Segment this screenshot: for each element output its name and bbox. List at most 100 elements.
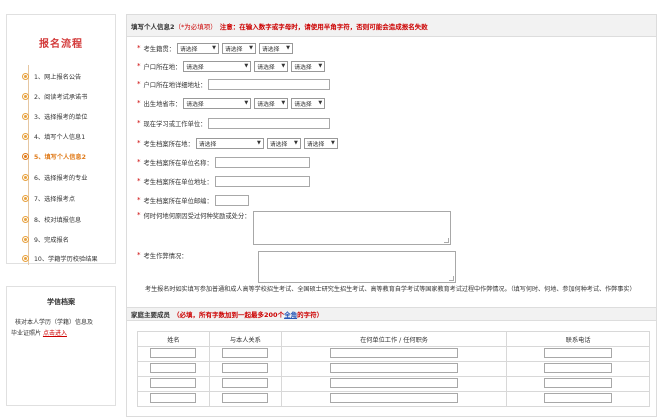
row-cheating: * 考生作弊情况：	[137, 251, 456, 285]
birthplace-county-select[interactable]: 请选择 ▼	[291, 97, 326, 109]
column-header: 姓名	[137, 331, 210, 347]
birthplace-province-select[interactable]: 请选择 ▼	[183, 97, 252, 109]
hukou-province-select[interactable]: 请选择 ▼	[176, 42, 219, 54]
table-row	[137, 376, 650, 392]
field-label: 考生档案所在单位地址：	[143, 178, 213, 186]
archive-link[interactable]: 点击进入	[43, 330, 67, 337]
step-dot-icon	[23, 195, 28, 201]
step-dot-icon	[23, 153, 28, 159]
archive-text-line: 核对本人学历（学籍）信息及	[15, 319, 94, 326]
chevron-down-icon: ▼	[286, 45, 290, 51]
residence-county-select[interactable]: 请选择 ▼	[291, 60, 326, 72]
member-phone-input[interactable]	[544, 378, 613, 388]
archive-unit-address-input[interactable]	[214, 175, 310, 187]
step-item[interactable]: 2、阅读考试承诺书	[23, 90, 87, 102]
hukou-county-select[interactable]: 请选择 ▼	[258, 42, 293, 54]
punishment-textarea[interactable]	[252, 211, 451, 245]
step-dot-icon	[23, 174, 28, 180]
column-header: 在何单位工作 / 任何职务	[280, 331, 508, 347]
member-workplace-input[interactable]	[330, 363, 459, 373]
field-label: 现在学习或工作单位：	[143, 120, 207, 128]
step-item[interactable]: 9、完成报名	[23, 233, 69, 245]
birthplace-city-select[interactable]: 请选择 ▼	[254, 97, 289, 109]
chevron-down-icon: ▼	[212, 45, 216, 51]
row-archive-location: * 考生档案所在地： 请选择 ▼ 请选择 ▼ 请选择 ▼	[137, 136, 341, 150]
row-archive-unit-postcode: * 考生档案所在单位邮编：	[137, 193, 249, 207]
step-label: 9、完成报名	[34, 236, 69, 244]
step-item[interactable]: 6、选择报考的专业	[23, 171, 87, 183]
member-workplace-input[interactable]	[330, 348, 459, 358]
member-name-input[interactable]	[150, 393, 197, 403]
member-phone-input[interactable]	[544, 363, 613, 373]
chevron-down-icon: ▼	[249, 45, 253, 51]
field-label: 出生地省市：	[143, 100, 182, 108]
step-dot-icon	[23, 133, 28, 139]
chevron-down-icon: ▼	[318, 100, 323, 106]
step-label: 10、学籍学历校验结果	[34, 255, 98, 263]
step-label: 5、填写个人信息2	[34, 153, 86, 161]
residence-province-select[interactable]: 请选择 ▼	[183, 60, 252, 72]
row-archive-unit-name: * 考生档案所在单位名称：	[137, 155, 310, 169]
process-steps-panel: 报名流程 1、网上报名公告 2、阅读考试承诺书 3、选择报考的单位 4、填写个人…	[6, 14, 116, 265]
residence-detail-input[interactable]	[208, 78, 331, 90]
step-item[interactable]: 7、选择报考点	[23, 192, 75, 204]
field-label: 户口所在地：	[143, 63, 182, 71]
member-relation-input[interactable]	[222, 378, 269, 388]
step-label: 3、选择报考的单位	[34, 113, 88, 121]
required-star: *	[137, 158, 141, 166]
archive-title: 学信档案	[47, 298, 75, 306]
archive-province-select[interactable]: 请选择 ▼	[195, 137, 264, 149]
required-star: *	[137, 119, 141, 127]
member-name-input[interactable]	[150, 378, 197, 388]
cheating-textarea[interactable]	[257, 251, 456, 283]
required-star: *	[137, 139, 141, 147]
field-label: 考生档案所在地：	[143, 140, 194, 148]
residence-city-select[interactable]: 请选择 ▼	[254, 60, 289, 72]
step-label: 4、填写个人信息1	[34, 133, 86, 141]
main-form-panel: 填写个人信息2 （*为必填项） 注意：在输入数字或字母时，请使用半角字符，否则可…	[126, 14, 657, 417]
field-label: 考生档案所在单位名称：	[143, 159, 213, 167]
required-star: *	[137, 196, 141, 204]
row-birthplace: * 出生地省市： 请选择 ▼ 请选择 ▼ 请选择 ▼	[137, 96, 328, 110]
step-label: 6、选择报考的专业	[34, 174, 88, 182]
step-dot-icon	[23, 73, 28, 79]
step-dot-icon	[23, 236, 28, 242]
step-item[interactable]: 4、填写个人信息1	[23, 130, 85, 142]
step-item[interactable]: 8、校对填报信息	[23, 213, 81, 225]
archive-city-select[interactable]: 请选择 ▼	[266, 137, 301, 149]
step-dot-icon	[23, 93, 28, 99]
step-item[interactable]: 3、选择报考的单位	[23, 110, 87, 122]
member-workplace-input[interactable]	[330, 378, 459, 388]
member-phone-input[interactable]	[544, 348, 613, 358]
step-label: 2、阅读考试承诺书	[34, 93, 88, 101]
process-title: 报名流程	[39, 39, 83, 50]
required-star: *	[137, 177, 141, 185]
member-relation-input[interactable]	[222, 348, 269, 358]
step-dot-icon	[23, 216, 28, 222]
member-workplace-input[interactable]	[330, 393, 459, 403]
family-warning: （必填，所有字数加到一起最多200个全角的字符）	[173, 311, 324, 319]
hukou-city-select[interactable]: 请选择 ▼	[221, 42, 256, 54]
row-residence: * 户口所在地： 请选择 ▼ 请选择 ▼ 请选择 ▼	[137, 59, 328, 73]
chevron-down-icon: ▼	[244, 100, 249, 106]
step-item[interactable]: 10、学籍学历校验结果	[23, 252, 98, 264]
column-header: 与本人关系	[208, 331, 282, 347]
sidebar: 报名流程 1、网上报名公告 2、阅读考试承诺书 3、选择报考的单位 4、填写个人…	[6, 14, 116, 406]
current-unit-input[interactable]	[208, 117, 331, 129]
member-name-input[interactable]	[150, 363, 197, 373]
step-item-current[interactable]: 5、填写个人信息2	[23, 150, 86, 162]
member-name-input[interactable]	[150, 348, 197, 358]
required-star: *	[137, 211, 141, 219]
row-hukou: * 考生籍贯： 请选择 ▼ 请选择 ▼ 请选择 ▼	[137, 41, 296, 55]
step-label: 8、校对填报信息	[34, 216, 82, 224]
table-row	[137, 346, 650, 362]
step-dot-icon	[23, 255, 28, 261]
member-relation-input[interactable]	[222, 393, 269, 403]
member-phone-input[interactable]	[544, 393, 613, 403]
archive-county-select[interactable]: 请选择 ▼	[303, 137, 338, 149]
archive-unit-postcode-input[interactable]	[214, 194, 249, 206]
step-item[interactable]: 1、网上报名公告	[23, 70, 81, 82]
field-label: 户口所在地详细地址：	[143, 81, 207, 89]
archive-unit-name-input[interactable]	[214, 156, 310, 168]
member-relation-input[interactable]	[222, 363, 269, 373]
